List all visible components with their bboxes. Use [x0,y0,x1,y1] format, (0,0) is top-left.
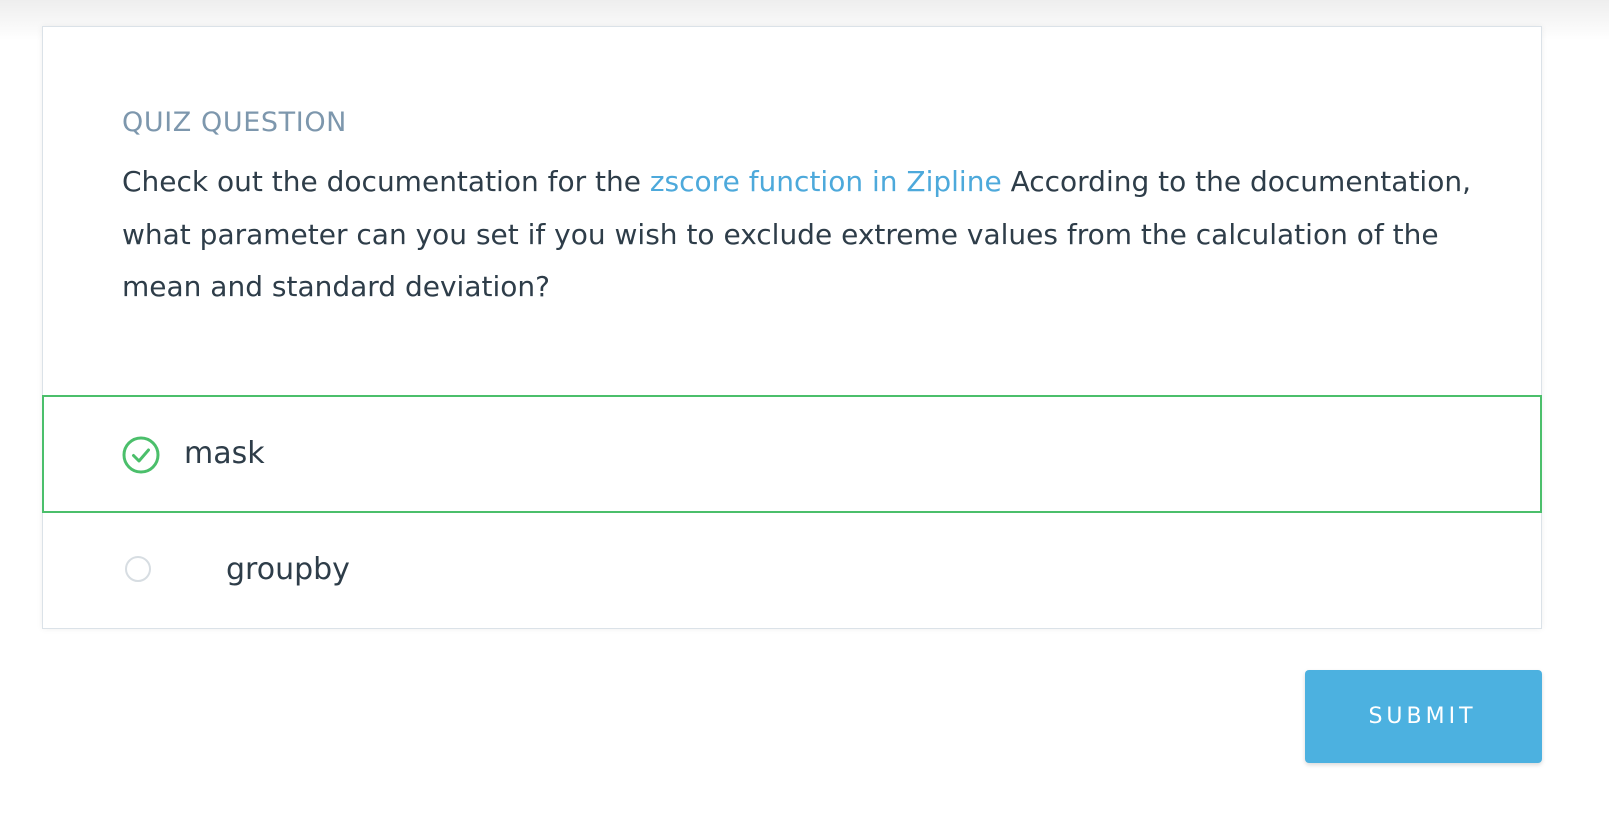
zscore-doc-link[interactable]: zscore function in Zipline [650,165,1002,198]
question-text-start: Check out the documentation for the [122,165,650,198]
quiz-label: QUIZ QUESTION [122,107,347,138]
option-groupby[interactable]: groupby [42,513,1542,630]
option-label-groupby: groupby [226,552,350,587]
option-label-mask: mask [184,436,265,471]
radio-empty-icon[interactable] [125,556,151,582]
quiz-header: QUIZ QUESTION Check out the documentatio… [122,107,1482,314]
option-mask[interactable]: mask [42,395,1542,513]
question-text: Check out the documentation for the zsco… [122,156,1522,314]
check-circle-icon [121,435,161,475]
quiz-card: QUIZ QUESTION Check out the documentatio… [42,26,1542,629]
submit-button[interactable]: SUBMIT [1305,670,1542,763]
